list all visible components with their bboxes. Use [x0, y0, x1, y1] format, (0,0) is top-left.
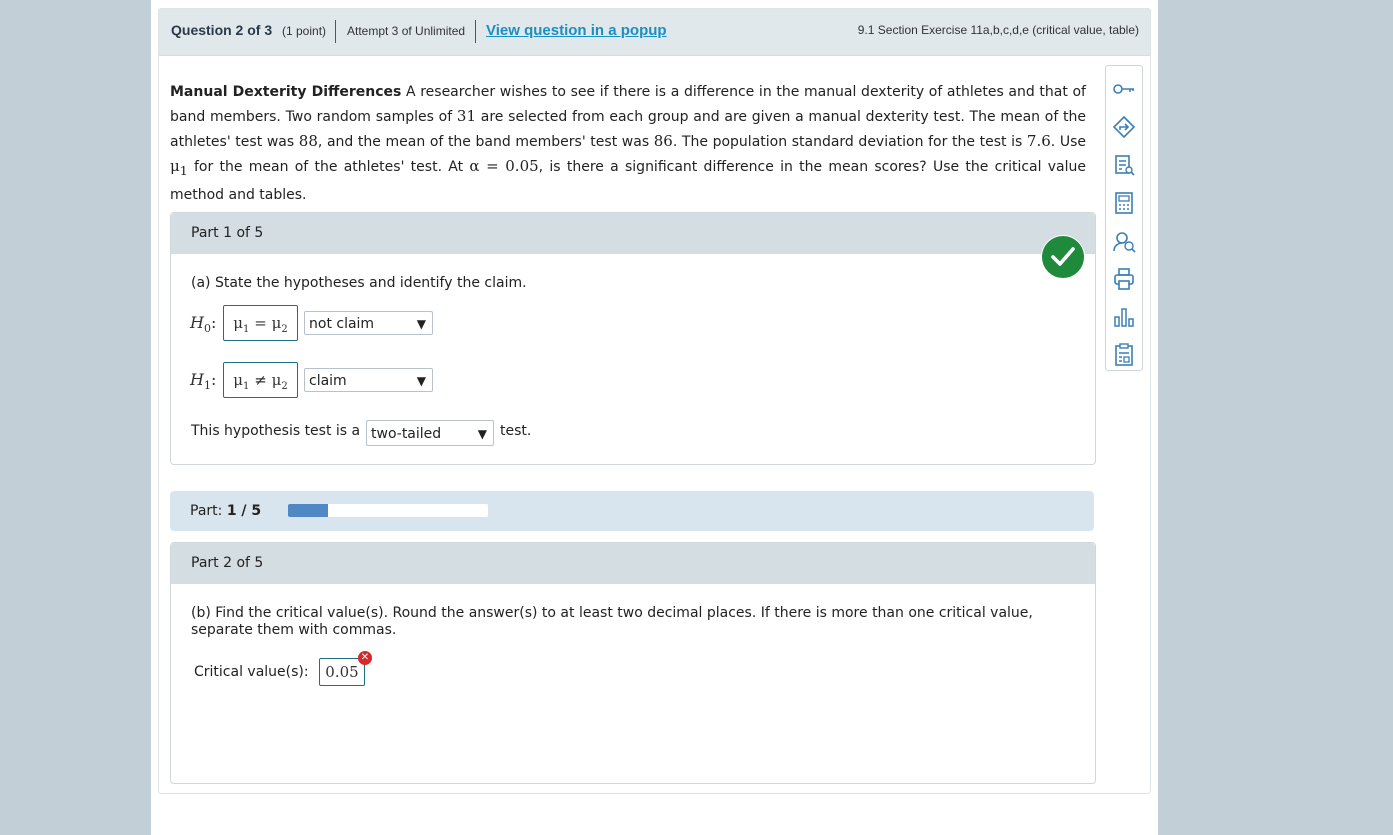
chevron-down-icon: ▼ [477, 427, 487, 441]
view-popup-link[interactable]: View question in a popup [486, 22, 667, 39]
alpha-value: α = 0.05 [469, 157, 539, 175]
progress-bar-fill [288, 504, 328, 517]
page: Question 2 of 3 (1 point) Attempt 3 of U… [151, 0, 1158, 835]
question-points: (1 point) [282, 24, 327, 38]
calculator-icon[interactable] [1111, 190, 1137, 216]
band-mean: 86 [653, 132, 673, 150]
h1-claim-select[interactable]: claim ▼ [304, 368, 433, 392]
part-1-panel: Part 1 of 5 (a) State the hypotheses and… [170, 212, 1096, 465]
question-number: Question 2 of 3 [171, 22, 273, 38]
h0-expression-field[interactable]: μ1 = μ2 [223, 305, 298, 341]
progress-bar [288, 504, 488, 517]
part-2-header: Part 2 of 5 [171, 543, 1095, 584]
key-icon[interactable] [1111, 76, 1137, 102]
h0-label: H0: [190, 313, 217, 336]
athletes-mean: 88 [298, 132, 318, 150]
print-icon[interactable] [1111, 266, 1137, 292]
population-sd: 7.6 [1026, 132, 1051, 150]
test-type-suffix: test. [500, 423, 532, 439]
directions-icon[interactable] [1111, 114, 1137, 140]
critical-value-label: Critical value(s): [194, 664, 309, 680]
part-1-prompt: (a) State the hypotheses and identify th… [191, 275, 527, 291]
test-type-select[interactable]: two-tailed ▼ [366, 420, 494, 446]
part-1-header: Part 1 of 5 [171, 213, 1095, 254]
bar-chart-icon[interactable] [1111, 304, 1137, 330]
part-progress: Part: 1 / 5 [170, 491, 1094, 531]
h0-claim-select[interactable]: not claim ▼ [304, 311, 433, 335]
question-header: Question 2 of 3 (1 point) Attempt 3 of U… [159, 9, 1150, 56]
problem-statement: Manual Dexterity Differences A researche… [170, 80, 1086, 207]
progress-label: Part: 1 / 5 [190, 503, 262, 519]
h1-label: H1: [190, 370, 217, 393]
critical-value-input[interactable]: 0.05 [319, 658, 365, 686]
problem-text: for the mean of the athletes' test. At [193, 159, 464, 175]
error-icon: ✕ [358, 651, 372, 665]
notes-icon[interactable] [1111, 152, 1137, 178]
clipboard-icon[interactable] [1111, 342, 1137, 368]
help-person-icon[interactable] [1111, 228, 1137, 254]
chevron-down-icon: ▼ [416, 317, 426, 331]
test-type-label: This hypothesis test is a [191, 423, 361, 439]
header-divider [335, 20, 336, 43]
problem-title: Manual Dexterity Differences [170, 84, 402, 100]
part-2-panel: Part 2 of 5 (b) Find the critical value(… [170, 542, 1096, 784]
h1-expression-field[interactable]: μ1 ≠ μ2 [223, 362, 298, 398]
section-title: 9.1 Section Exercise 11a,b,c,d,e (critic… [857, 23, 1139, 37]
sample-size: 31 [456, 107, 476, 125]
mu1-symbol: μ1 [170, 157, 188, 178]
problem-text: . Use [1050, 134, 1086, 150]
question-card: Question 2 of 3 (1 point) Attempt 3 of U… [158, 8, 1151, 794]
problem-text: . The population standard deviation for … [672, 134, 1023, 150]
attempt-counter: Attempt 3 of Unlimited [347, 24, 466, 38]
part-2-prompt: (b) Find the critical value(s). Round th… [191, 605, 1033, 638]
chevron-down-icon: ▼ [416, 374, 426, 388]
header-divider [475, 20, 476, 43]
tool-sidebar [1105, 65, 1143, 371]
check-icon [1041, 235, 1085, 279]
problem-text: , and the mean of the band members' test… [317, 134, 650, 150]
